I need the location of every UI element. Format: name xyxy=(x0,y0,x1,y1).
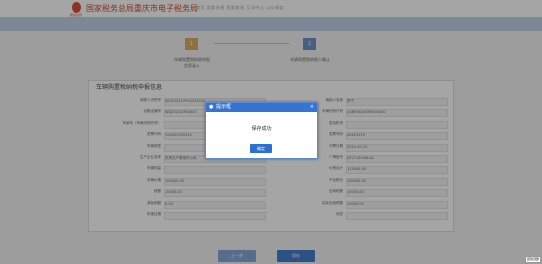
close-icon[interactable]: × xyxy=(310,104,314,110)
dialog-message: 保存成功 xyxy=(251,126,272,132)
dialog-header: ● 提示框 × xyxy=(206,103,317,112)
alert-dialog: ● 提示框 × 保存成功 确定 xyxy=(205,102,318,159)
user-icon: ● xyxy=(209,104,214,110)
dialog-title: 提示框 xyxy=(216,104,232,110)
back-to-top-link[interactable]: 回到顶部 xyxy=(524,256,541,263)
ok-button[interactable]: 确定 xyxy=(250,144,272,153)
